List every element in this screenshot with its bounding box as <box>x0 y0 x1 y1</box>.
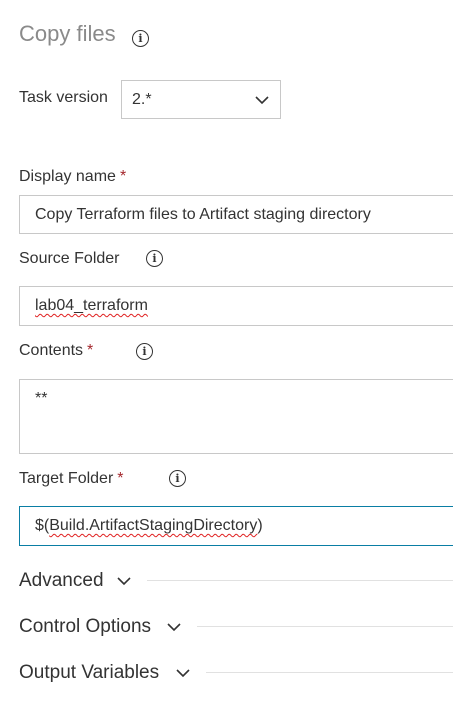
section-divider <box>197 626 453 627</box>
task-version-value: 2.* <box>132 91 152 108</box>
task-version-label: Task version <box>19 89 108 106</box>
source-folder-value: lab04_terraform <box>35 297 148 314</box>
info-icon[interactable]: i <box>136 343 153 360</box>
source-folder-input[interactable]: lab04_terraform <box>19 286 453 326</box>
panel-title: Copy files <box>19 21 116 46</box>
chevron-down-icon[interactable] <box>166 621 182 633</box>
display-name-value: Copy Terraform files to Artifact staging… <box>35 206 371 223</box>
chevron-down-icon[interactable] <box>116 575 132 587</box>
display-name-label: Display name * <box>19 168 127 185</box>
target-folder-input[interactable]: $(Build.ArtifactStagingDirectory) <box>19 506 453 546</box>
display-name-input[interactable]: Copy Terraform files to Artifact staging… <box>19 195 453 234</box>
section-divider <box>206 672 453 673</box>
info-icon[interactable]: i <box>132 30 149 47</box>
output-variables-section-toggle[interactable]: Output Variables <box>19 662 159 684</box>
info-icon[interactable]: i <box>169 470 186 487</box>
target-folder-label: Target Folder * <box>19 470 124 487</box>
task-version-select[interactable]: 2.* <box>121 80 281 119</box>
contents-label: Contents * <box>19 342 94 359</box>
chevron-down-icon[interactable] <box>175 667 191 679</box>
required-marker: * <box>119 168 127 185</box>
required-marker: * <box>117 470 124 487</box>
source-folder-label: Source Folder <box>19 250 120 267</box>
control-options-section-toggle[interactable]: Control Options <box>19 616 151 638</box>
info-icon[interactable]: i <box>146 250 163 267</box>
section-divider <box>147 580 453 581</box>
required-marker: * <box>87 342 94 359</box>
chevron-down-icon <box>255 96 269 105</box>
contents-value: ** <box>35 390 48 407</box>
advanced-section-toggle[interactable]: Advanced <box>19 570 104 592</box>
target-folder-value: $(Build.ArtifactStagingDirectory) <box>35 517 263 534</box>
contents-textarea[interactable]: ** <box>19 379 453 454</box>
